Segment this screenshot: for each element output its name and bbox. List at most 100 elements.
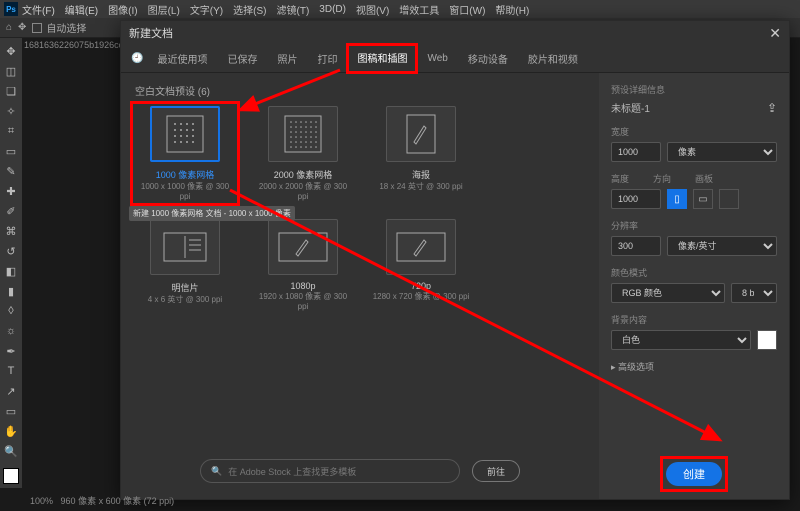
menu-layer[interactable]: 图层(L) xyxy=(148,2,180,17)
height-input[interactable] xyxy=(611,189,661,209)
preset-postcard[interactable]: 明信片 4 x 6 英寸 @ 300 ppi xyxy=(135,219,235,311)
menu-filter[interactable]: 滤镜(T) xyxy=(277,2,310,17)
orientation-label: 方向 xyxy=(653,172,671,185)
zoom-tool-icon[interactable]: 🔍 xyxy=(2,442,20,460)
background-select[interactable]: 白色 xyxy=(611,330,751,350)
preset-tooltip: 新建 1000 像素网格 文档 - 1000 x 1000 像素 xyxy=(129,206,295,221)
bitdepth-select[interactable]: 8 bit xyxy=(731,283,777,303)
background-label: 背景内容 xyxy=(611,313,777,326)
marquee-tool-icon[interactable]: ◫ xyxy=(2,62,20,80)
preset-dims: 4 x 6 英寸 @ 300 ppi xyxy=(135,294,235,305)
stock-search-input[interactable]: 🔍 在 Adobe Stock 上查找更多模板 xyxy=(200,459,460,483)
colormode-select[interactable]: RGB 颜色 xyxy=(611,283,725,303)
stamp-tool-icon[interactable]: ⌘ xyxy=(2,222,20,240)
color-swatch[interactable] xyxy=(3,468,19,484)
tab-web[interactable]: Web xyxy=(417,47,457,70)
frame-tool-icon[interactable]: ▭ xyxy=(2,142,20,160)
brush-tool-icon[interactable]: ✐ xyxy=(2,202,20,220)
status-bar: 100% 960 像素 x 600 像素 (72 ppi) xyxy=(22,490,182,511)
document-tab[interactable]: 1681636226075b1926ccac xyxy=(24,40,133,50)
search-placeholder: 在 Adobe Stock 上查找更多模板 xyxy=(228,465,356,478)
category-tabs: 🕘 最近使用项 已保存 照片 打印 图稿和插图 Web 移动设备 胶片和视频 xyxy=(121,45,789,73)
tab-mobile[interactable]: 移动设备 xyxy=(458,45,518,72)
pen-tool-icon[interactable]: ✒ xyxy=(2,342,20,360)
save-preset-icon[interactable]: ⇪ xyxy=(767,101,777,115)
close-icon[interactable]: ✕ xyxy=(769,25,781,42)
grid-icon xyxy=(150,106,220,162)
crop-tool-icon[interactable]: ⌗ xyxy=(2,122,20,140)
tab-film-video[interactable]: 胶片和视频 xyxy=(518,45,588,72)
orientation-portrait-icon[interactable]: ▯ xyxy=(667,189,687,209)
path-tool-icon[interactable]: ↗ xyxy=(2,382,20,400)
menu-3d[interactable]: 3D(D) xyxy=(319,4,346,15)
preset-name: 明信片 xyxy=(135,281,235,294)
wand-tool-icon[interactable]: ✧ xyxy=(2,102,20,120)
move-tool-icon[interactable]: ✥ xyxy=(2,42,20,60)
gradient-tool-icon[interactable]: ▮ xyxy=(2,282,20,300)
create-button[interactable]: 创建 xyxy=(666,462,722,486)
eraser-tool-icon[interactable]: ◧ xyxy=(2,262,20,280)
preset-1000-grid[interactable]: 1000 像素网格 1000 x 1000 像素 @ 300 ppi 新建 10… xyxy=(135,106,235,201)
height-label: 高度 xyxy=(611,172,629,185)
go-button[interactable]: 前往 xyxy=(472,460,520,482)
dialog-title: 新建文档 xyxy=(129,25,173,41)
blur-tool-icon[interactable]: ◊ xyxy=(2,302,20,320)
recent-icon: 🕘 xyxy=(131,53,143,64)
unit-select[interactable]: 像素 xyxy=(667,142,777,162)
lasso-tool-icon[interactable]: ❑ xyxy=(2,82,20,100)
menu-plugins[interactable]: 增效工具 xyxy=(399,2,439,17)
auto-select-label: 自动选择 xyxy=(46,20,86,35)
tab-print[interactable]: 打印 xyxy=(307,45,347,72)
zoom-level[interactable]: 100% xyxy=(30,496,53,506)
brush-icon xyxy=(386,219,456,275)
dodge-tool-icon[interactable]: ☼ xyxy=(2,322,20,340)
shape-tool-icon[interactable]: ▭ xyxy=(2,402,20,420)
card-icon xyxy=(150,219,220,275)
move-tool-icon: ✥ xyxy=(18,22,26,33)
preset-720p[interactable]: 720p 1280 x 720 像素 @ 300 ppi xyxy=(371,219,471,311)
app-menubar: Ps 文件(F) 编辑(E) 图像(I) 图层(L) 文字(Y) 选择(S) 滤… xyxy=(0,0,800,18)
tab-recent[interactable]: 最近使用项 xyxy=(147,45,217,72)
orientation-landscape-icon[interactable]: ▭ xyxy=(693,189,713,209)
doc-name-field[interactable]: 未标题-1 xyxy=(611,100,650,115)
colormode-label: 颜色模式 xyxy=(611,266,777,279)
width-input[interactable] xyxy=(611,142,661,162)
canvas-info: 960 像素 x 600 像素 (72 ppi) xyxy=(61,496,175,506)
resolution-unit-select[interactable]: 像素/英寸 xyxy=(667,236,777,256)
menu-edit[interactable]: 编辑(E) xyxy=(65,2,98,17)
resolution-input[interactable] xyxy=(611,236,661,256)
preset-name: 1080p xyxy=(253,281,353,291)
toolbox: ✥ ◫ ❑ ✧ ⌗ ▭ ✎ ✚ ✐ ⌘ ↺ ◧ ▮ ◊ ☼ ✒ T ↗ ▭ ✋ … xyxy=(0,38,22,488)
menu-select[interactable]: 选择(S) xyxy=(233,2,266,17)
preset-name: 2000 像素网格 xyxy=(253,168,353,181)
presets-panel: 空白文档预设 (6) 1000 像素网格 1000 x 1000 像素 @ 30… xyxy=(121,73,599,499)
hand-tool-icon[interactable]: ✋ xyxy=(2,422,20,440)
menu-window[interactable]: 窗口(W) xyxy=(449,2,485,17)
background-swatch[interactable] xyxy=(757,330,777,350)
type-tool-icon[interactable]: T xyxy=(2,362,20,380)
menu-image[interactable]: 图像(I) xyxy=(108,2,137,17)
preset-dims: 18 x 24 英寸 @ 300 ppi xyxy=(371,181,471,192)
heal-tool-icon[interactable]: ✚ xyxy=(2,182,20,200)
preset-1080p[interactable]: 1080p 1920 x 1080 像素 @ 300 ppi xyxy=(253,219,353,311)
preset-2000-grid[interactable]: 2000 像素网格 2000 x 2000 像素 @ 300 ppi xyxy=(253,106,353,201)
menu-view[interactable]: 视图(V) xyxy=(356,2,389,17)
resolution-label: 分辨率 xyxy=(611,219,777,232)
artboard-checkbox[interactable] xyxy=(719,189,739,209)
menu-file[interactable]: 文件(F) xyxy=(22,2,55,17)
tab-photo[interactable]: 照片 xyxy=(267,45,307,72)
brush-icon xyxy=(268,219,338,275)
preset-poster[interactable]: 海报 18 x 24 英寸 @ 300 ppi xyxy=(371,106,471,201)
menu-type[interactable]: 文字(Y) xyxy=(190,2,223,17)
eyedropper-tool-icon[interactable]: ✎ xyxy=(2,162,20,180)
tab-art-illustration[interactable]: 图稿和插图 xyxy=(347,44,417,73)
preset-name: 海报 xyxy=(371,168,471,181)
tab-saved[interactable]: 已保存 xyxy=(217,45,267,72)
home-icon[interactable]: ⌂ xyxy=(6,22,12,33)
auto-select-checkbox[interactable] xyxy=(32,23,42,33)
advanced-options-toggle[interactable]: ▸ 高级选项 xyxy=(611,360,777,373)
history-brush-icon[interactable]: ↺ xyxy=(2,242,20,260)
width-label: 宽度 xyxy=(611,125,777,138)
grid-icon xyxy=(268,106,338,162)
menu-help[interactable]: 帮助(H) xyxy=(495,2,529,17)
